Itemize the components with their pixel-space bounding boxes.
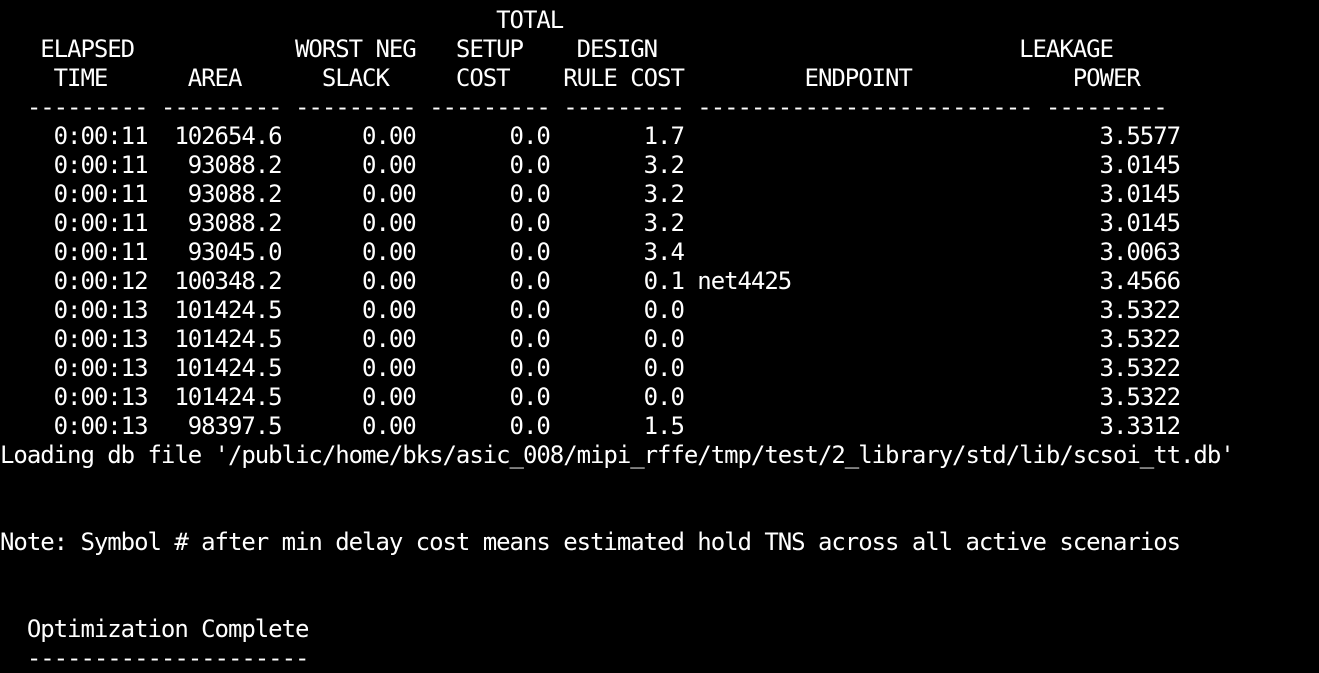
loading-message: Loading db file '/public/home/bks/asic_0… [0, 441, 1235, 469]
header-line-1: TOTAL [0, 6, 564, 34]
table-row: 0:00:11 93088.2 0.00 0.0 3.2 3.0145 [0, 180, 1181, 208]
table-row: 0:00:12 100348.2 0.00 0.0 0.1 net4425 3.… [0, 267, 1181, 295]
table-row: 0:00:13 101424.5 0.00 0.0 0.0 3.5322 [0, 354, 1181, 382]
optimization-complete: Optimization Complete [0, 615, 310, 643]
table-row: 0:00:11 93045.0 0.00 0.0 3.4 3.0063 [0, 238, 1181, 266]
header-divider: --------- --------- --------- --------- … [0, 93, 1168, 121]
table-row: 0:00:11 93088.2 0.00 0.0 3.2 3.0145 [0, 209, 1181, 237]
table-row: 0:00:13 98397.5 0.00 0.0 1.5 3.3312 [0, 412, 1181, 440]
terminal-window[interactable]: TOTAL ELAPSED WORST NEG SETUP DESIGN LEA… [0, 0, 1319, 672]
table-row: 0:00:13 101424.5 0.00 0.0 0.0 3.5322 [0, 383, 1181, 411]
header-line-2: ELAPSED WORST NEG SETUP DESIGN LEAKAGE [0, 35, 1114, 63]
note-message: Note: Symbol # after min delay cost mean… [0, 528, 1181, 556]
table-row: 0:00:11 93088.2 0.00 0.0 3.2 3.0145 [0, 151, 1181, 179]
complete-divider: --------------------- [0, 644, 310, 672]
table-row: 0:00:11 102654.6 0.00 0.0 1.7 3.5577 [0, 122, 1181, 150]
header-line-3: TIME AREA SLACK COST RULE COST ENDPOINT … [0, 64, 1141, 92]
table-row: 0:00:13 101424.5 0.00 0.0 0.0 3.5322 [0, 296, 1181, 324]
table-row: 0:00:13 101424.5 0.00 0.0 0.0 3.5322 [0, 325, 1181, 353]
